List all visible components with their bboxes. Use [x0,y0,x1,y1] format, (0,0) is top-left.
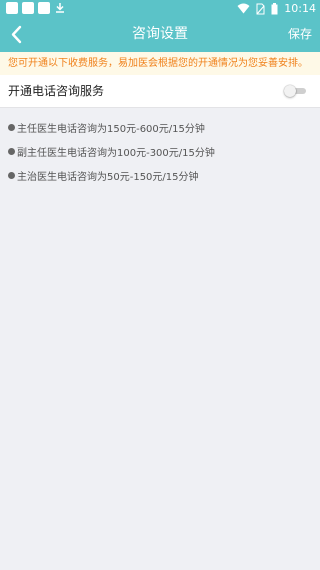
wifi-icon [237,3,250,14]
price-info-item: 主任医生电话咨询为150元-600元/15分钟 [8,120,205,135]
bullet-dot-icon [8,148,15,155]
notification-square-icon [22,2,34,14]
phone-service-row: 开通电话咨询服务 [0,75,320,108]
price-info-text: 副主任医生电话咨询为100元-300元/15分钟 [17,148,215,159]
status-bar: 10:14 [0,0,320,17]
phone-service-toggle[interactable] [284,85,306,97]
toggle-thumb [284,85,296,97]
notification-square-icon [6,2,18,14]
notification-icons [6,2,66,14]
bullet-dot-icon [8,124,15,131]
notice-banner: 您可开通以下收费服务，易加医会根据您的开通情况为您妥善安排。 [0,52,320,75]
notification-square-icon [38,2,50,14]
phone-service-label: 开通电话咨询服务 [8,84,105,98]
no-sim-icon [256,3,265,14]
title-bar: 咨询设置 保存 [0,17,320,52]
save-button[interactable]: 保存 [288,17,312,52]
battery-icon [271,2,278,14]
price-info-item: 主治医生电话咨询为50元-150元/15分钟 [8,168,199,183]
bullet-dot-icon [8,172,15,179]
price-info-text: 主治医生电话咨询为50元-150元/15分钟 [17,172,199,183]
page-title: 咨询设置 [132,26,188,42]
download-icon [56,3,64,13]
clock: 10:14 [284,2,316,15]
system-indicators: 10:14 [237,0,316,17]
price-info-text: 主任医生电话咨询为150元-600元/15分钟 [17,124,205,135]
price-info-item: 副主任医生电话咨询为100元-300元/15分钟 [8,144,215,159]
